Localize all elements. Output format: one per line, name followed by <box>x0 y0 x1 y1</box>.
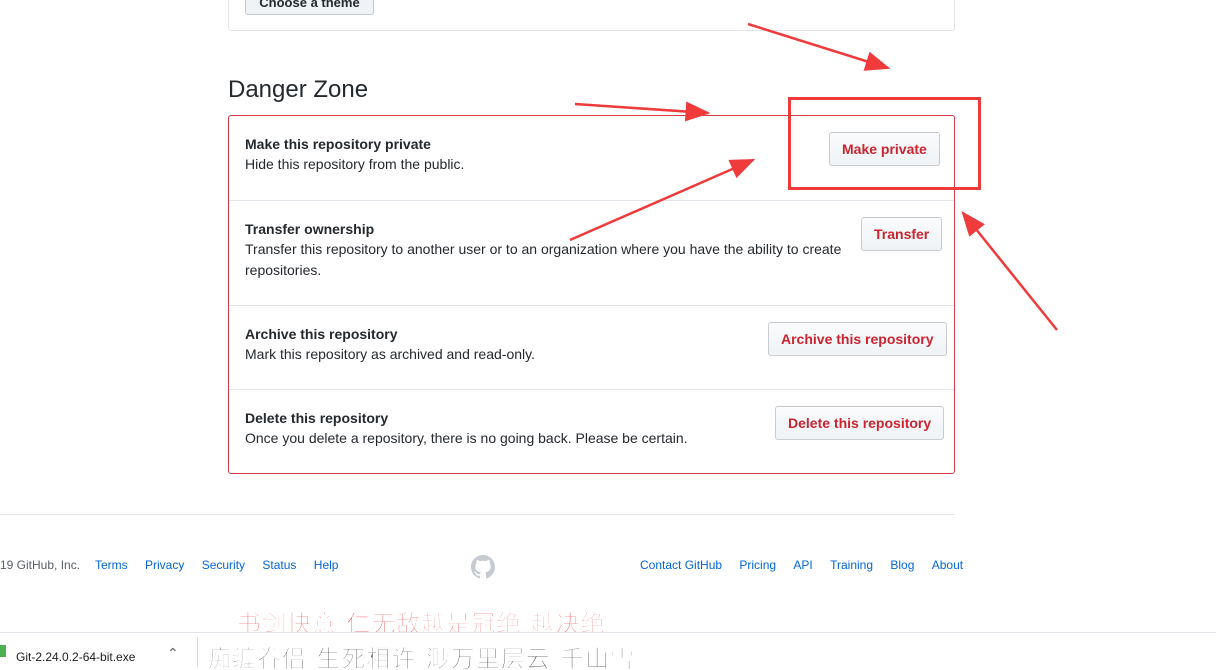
row-title: Make this repository private <box>245 136 431 152</box>
danger-row-transfer: Transfer ownership Transfer this reposit… <box>229 200 954 305</box>
footer-link-security[interactable]: Security <box>202 558 245 572</box>
download-divider <box>197 637 198 667</box>
footer-link-about[interactable]: About <box>932 558 963 572</box>
danger-row-archive: Archive this repository Mark this reposi… <box>229 305 954 389</box>
footer-link-contact[interactable]: Contact GitHub <box>640 558 722 572</box>
danger-zone-title: Danger Zone <box>228 76 369 103</box>
row-description: Hide this repository from the public. <box>245 156 465 172</box>
archive-repository-button[interactable]: Archive this repository <box>768 322 947 356</box>
chevron-up-icon[interactable]: ⌃ <box>167 645 179 662</box>
footer-link-status[interactable]: Status <box>262 558 296 572</box>
annotation-highlight-box <box>788 97 981 190</box>
footer-link-api[interactable]: API <box>793 558 812 572</box>
delete-repository-button[interactable]: Delete this repository <box>775 406 945 440</box>
footer-link-terms[interactable]: Terms <box>95 558 128 572</box>
row-description: Once you delete a repository, there is n… <box>245 430 688 446</box>
footer-left-links: Terms Privacy Security Status Help <box>95 558 352 572</box>
row-title: Delete this repository <box>245 410 389 426</box>
footer-link-help[interactable]: Help <box>314 558 339 572</box>
theme-section: Choose a theme <box>228 0 955 31</box>
row-title: Archive this repository <box>245 326 398 342</box>
annotation-arrow <box>961 211 1058 331</box>
footer-divider <box>0 514 955 515</box>
footer-link-privacy[interactable]: Privacy <box>145 558 184 572</box>
subtitle-line-2: 痴缠眷侣 生死相许 渺万里层云 千山雪 <box>207 645 636 670</box>
annotation-arrow <box>574 101 711 122</box>
row-description: Transfer this repository to another user… <box>245 241 842 278</box>
footer-right-links: Contact GitHub Pricing API Training Blog… <box>626 558 963 572</box>
footer-link-pricing[interactable]: Pricing <box>739 558 776 572</box>
transfer-button[interactable]: Transfer <box>861 217 943 251</box>
file-icon <box>0 645 6 657</box>
github-octocat-icon[interactable] <box>471 555 495 579</box>
footer-link-training[interactable]: Training <box>830 558 873 572</box>
download-file-name[interactable]: Git-2.24.0.2-64-bit.exe <box>16 650 135 664</box>
danger-row-delete: Delete this repository Once you delete a… <box>229 389 954 473</box>
choose-theme-button[interactable]: Choose a theme <box>245 0 374 15</box>
footer-copyright: 19 GitHub, Inc. <box>0 558 81 572</box>
row-description: Mark this repository as archived and rea… <box>245 346 535 362</box>
row-title: Transfer ownership <box>245 221 375 237</box>
footer-link-blog[interactable]: Blog <box>890 558 914 572</box>
